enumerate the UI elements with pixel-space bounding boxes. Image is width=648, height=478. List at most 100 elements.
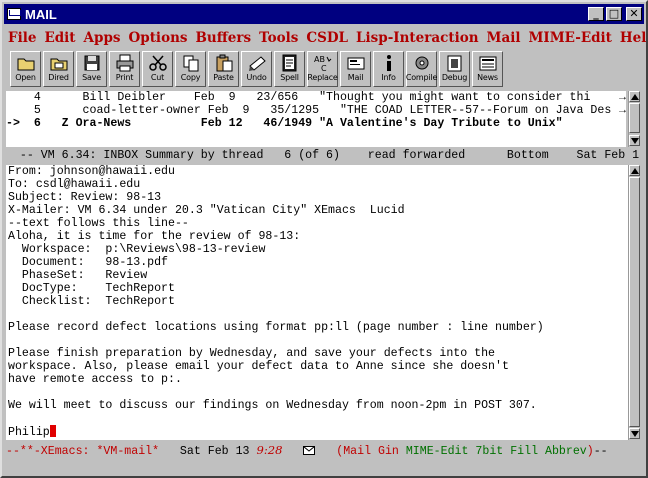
toolbar-save-button[interactable]: Save [76, 51, 107, 87]
message-scroll-thumb[interactable] [629, 177, 640, 427]
menu-bar: File Edit Apps Options Buffers Tools CSDL Lisp-… [4, 26, 646, 50]
modeline-date: Sat Feb 13 [159, 445, 257, 457]
scroll-up-arrow-icon[interactable] [629, 165, 640, 176]
toolbar-label: Save [82, 73, 101, 82]
message-line: --text follows this line-- [8, 217, 189, 230]
message-last-line[interactable]: Philip [8, 425, 628, 439]
toolbar-paste-button[interactable]: Paste [208, 51, 239, 87]
summary-pane[interactable]: 4 Bill Deibler Feb 9 23/656 "Thought you… [6, 91, 626, 147]
toolbar-info-button[interactable]: Info [373, 51, 404, 87]
message-line [8, 308, 628, 321]
dired-folder-icon [49, 54, 69, 72]
window-title: MAIL [25, 6, 57, 22]
summary-modeline: -- VM 6.34: INBOX Summary by thread 6 (o… [6, 149, 640, 163]
toolbar-label: News [477, 73, 498, 82]
summary-scrollbar[interactable] [628, 91, 640, 147]
toolbar-debug-button[interactable]: Debug [439, 51, 470, 87]
toolbar-label: Copy [180, 73, 201, 82]
toolbar-label: Cut [150, 73, 165, 82]
info-icon [379, 54, 399, 72]
bottom-modeline: --**-XEmacs: *VM-mail* Sat Feb 13 9:28 (… [6, 443, 640, 457]
modeline-tail: -- [593, 445, 608, 457]
toolbar-label: Replace [307, 73, 338, 82]
toolbar-label: Spell [280, 73, 299, 82]
message-line: Please finish preparation by Wednesday, … [8, 347, 496, 360]
message-line [8, 334, 628, 347]
menu-apps[interactable]: Apps [80, 30, 125, 46]
menu-mail[interactable]: Mail [483, 30, 525, 46]
copy-icon [181, 54, 201, 72]
message-line: have remote access to p:. [8, 373, 182, 386]
spell-icon [280, 54, 300, 72]
summary-scroll-thumb[interactable] [629, 103, 640, 133]
svg-text:AB: AB [314, 55, 325, 64]
mail-window: MAIL _ □ ✕ File Edit Apps Options Buffers Too… [0, 0, 648, 478]
news-icon [478, 54, 498, 72]
modeline-spacer [283, 445, 304, 457]
scroll-down-arrow-icon[interactable] [629, 135, 640, 146]
menu-buffers[interactable]: Buffers [191, 30, 255, 46]
message-line: Subject: Review: 98-13 [8, 191, 162, 204]
replace-icon: AB C [313, 54, 333, 72]
toolbar-compile-button[interactable]: Compile [406, 51, 437, 87]
mail-icon [346, 54, 366, 72]
floppy-icon [82, 54, 102, 72]
message-line: PhaseSet: Review [8, 269, 148, 282]
modeline-modes-open: (Mail Gin [336, 445, 406, 457]
menu-mime-edit[interactable]: MIME-Edit [524, 30, 615, 46]
debug-icon [445, 54, 465, 72]
message-pane[interactable]: From: johnson@hawaii.edu To: csdl@hawaii.… [6, 165, 628, 440]
summary-row[interactable]: 4 Bill Deibler Feb 9 23/656 "Thought you… [6, 91, 626, 104]
title-bar[interactable]: MAIL _ □ ✕ [4, 4, 644, 24]
message-line: To: csdl@hawaii.edu [8, 178, 141, 191]
menu-edit[interactable]: Edit [40, 30, 79, 46]
toolbar-copy-button[interactable]: Copy [175, 51, 206, 87]
minimize-button[interactable]: _ [588, 7, 604, 21]
modeline-modes-close: ) [586, 445, 594, 457]
toolbar-replace-button[interactable]: AB C Replace [307, 51, 338, 87]
message-line: Please record defect locations using for… [8, 321, 544, 334]
message-line: Aloha, it is time for the review of 98-1… [8, 230, 301, 243]
printer-icon [115, 54, 135, 72]
toolbar-open-button[interactable]: Open [10, 51, 41, 87]
toolbar-label: Dired [48, 73, 69, 82]
toolbar-label: Paste [213, 73, 234, 82]
scissors-icon [148, 54, 168, 72]
line-continuation-icon: → [619, 91, 626, 104]
line-continuation-icon: → [619, 104, 626, 117]
buffer-status: --**-XEmacs: *VM-mail* [6, 445, 160, 457]
message-line: We will meet to discuss our findings on … [8, 399, 537, 412]
toolbar-print-button[interactable]: Print [109, 51, 140, 87]
toolbar-cut-button[interactable]: Cut [142, 51, 173, 87]
toolbar-label: Mail [347, 73, 364, 82]
toolbar-spell-button[interactable]: Spell [274, 51, 305, 87]
toolbar-label: Debug [441, 73, 468, 82]
message-scrollbar[interactable] [628, 165, 640, 440]
toolbar-news-button[interactable]: News [472, 51, 503, 87]
maximize-button[interactable]: □ [606, 7, 622, 21]
scroll-up-arrow-icon[interactable] [629, 91, 640, 102]
menu-help[interactable]: Help [616, 30, 646, 46]
menu-lisp-interaction[interactable]: Lisp-Interaction [352, 30, 482, 46]
toolbar-label: Info [381, 73, 396, 82]
toolbar-label: Compile [405, 73, 438, 82]
toolbar-undo-button[interactable]: Undo [241, 51, 272, 87]
summary-row-current[interactable]: -> 6 Z Ora-News Feb 12 46/1949 "A Valent… [6, 117, 626, 130]
toolbar-label: Open [15, 73, 36, 82]
scroll-down-arrow-icon[interactable] [629, 428, 640, 439]
toolbar-mail-button[interactable]: Mail [340, 51, 371, 87]
menu-csdl[interactable]: CSDL [302, 30, 352, 46]
summary-row[interactable]: 5 coad-letter-owner Feb 9 35/1295 "THE C… [6, 104, 626, 117]
toolbar-dired-button[interactable]: Dired [43, 51, 74, 87]
menu-tools[interactable]: Tools [255, 30, 302, 46]
signature-text: Philip [8, 426, 50, 439]
message-line: Checklist: TechReport [8, 295, 175, 308]
toolbar: Open Dired Save Print Cut Copy Paste Undo Spell A… [4, 51, 644, 91]
toolbar-label: Print [115, 73, 134, 82]
close-button[interactable]: ✕ [626, 7, 642, 21]
message-line [8, 412, 628, 425]
message-line [8, 386, 628, 399]
menu-options[interactable]: Options [125, 30, 192, 46]
message-line: Document: 98-13.pdf [8, 256, 169, 269]
menu-file[interactable]: File [4, 30, 40, 46]
